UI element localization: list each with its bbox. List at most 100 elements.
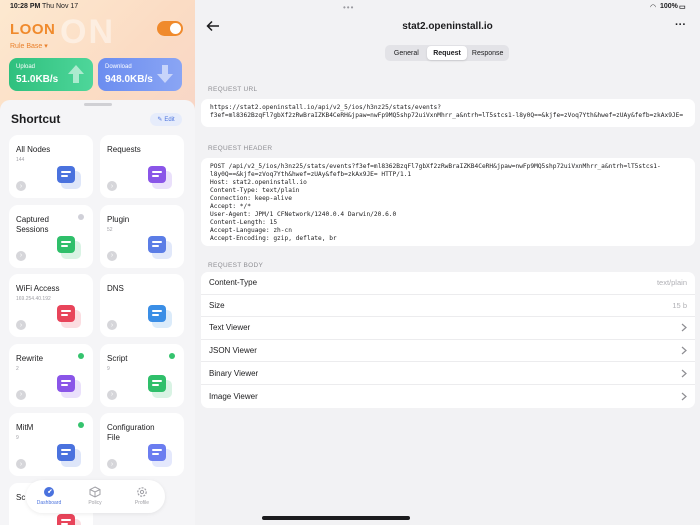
header-watermark: ON xyxy=(60,13,115,51)
vpn-toggle[interactable] xyxy=(157,21,183,36)
body-row[interactable]: Binary Viewer xyxy=(201,362,695,385)
body-row-value: text/plain xyxy=(656,278,687,288)
chevron-right-icon xyxy=(681,369,687,378)
status-date: Thu Nov 17 xyxy=(42,3,79,10)
chevron-right-icon[interactable]: › xyxy=(107,181,117,191)
tab-dashboard-label: Dashboard xyxy=(36,500,62,506)
chevron-right-icon[interactable]: › xyxy=(16,181,26,191)
body-row-label: Size xyxy=(209,300,225,310)
more-options-icon[interactable]: ··· xyxy=(675,19,689,33)
download-value: 948.0KB/s xyxy=(105,74,153,85)
body-row-label: Content-Type xyxy=(209,278,258,288)
chevron-right-icon[interactable]: › xyxy=(107,320,117,330)
upload-speed-card: Upload 51.0KB/s xyxy=(9,58,93,91)
shortcut-tile[interactable]: DNS › xyxy=(100,274,184,337)
speedometer-icon xyxy=(44,487,54,497)
server-toggle-icon xyxy=(57,166,81,189)
chevron-right-icon[interactable]: › xyxy=(107,250,117,261)
tile-title: MitM xyxy=(16,423,34,432)
edit-button[interactable]: ✎ Edit xyxy=(150,113,182,126)
shortcut-tile[interactable]: Plugin 52 › xyxy=(100,204,184,268)
tile-title: Requests xyxy=(107,145,141,154)
tile-subtitle: 2 xyxy=(16,365,19,372)
tile-title: Plugin xyxy=(107,214,130,224)
sidebar-panel: 10:28 PM Thu Nov 17 ON LOON Rule Base ▾ … xyxy=(0,0,195,525)
sheet-grabber[interactable] xyxy=(84,103,112,106)
code-window-icon xyxy=(148,374,172,398)
body-row[interactable]: Image Viewer xyxy=(201,385,695,408)
shortcut-tile[interactable]: Configuration File › xyxy=(100,413,184,476)
tile-subtitle: 52 xyxy=(107,226,113,233)
download-label: Download xyxy=(105,64,132,70)
body-row-label: Binary Viewer xyxy=(209,368,259,378)
app-title: LOON xyxy=(10,21,56,38)
tile-subtitle: 169.254.40.192 xyxy=(16,296,51,302)
tile-subtitle: 144 xyxy=(16,157,25,163)
edit-icon: ✎ xyxy=(157,117,163,123)
tab-profile[interactable]: Profile xyxy=(119,480,165,513)
tile-title: DNS xyxy=(107,284,124,293)
chevron-right-icon[interactable]: › xyxy=(107,459,117,469)
shortcut-sheet: Shortcut ✎ Edit All Nodes 144 › Requests › Ca… xyxy=(0,100,195,525)
body-row[interactable]: JSON Viewer xyxy=(201,340,695,363)
chevron-right-icon xyxy=(681,324,687,332)
capture-package-icon xyxy=(57,235,81,259)
status-dot xyxy=(78,213,84,220)
shortcut-title: Shortcut xyxy=(11,112,61,126)
body-row-label: JSON Viewer xyxy=(209,346,257,356)
segment-response[interactable]: Response xyxy=(467,46,508,60)
download-speed-card: Download 948.0KB/s xyxy=(98,58,182,91)
battery-icon: ▭ xyxy=(679,4,686,11)
page-title: stat2.openinstall.io xyxy=(402,21,493,32)
puzzle-icon xyxy=(148,235,172,259)
segment-request[interactable]: Request xyxy=(426,46,468,60)
tab-policy-label: Policy xyxy=(88,500,102,506)
config-file-icon xyxy=(148,444,172,467)
tile-subtitle: 9 xyxy=(16,435,19,441)
edit-label: Edit xyxy=(164,116,175,123)
shortcut-tile[interactable]: Requests › xyxy=(100,135,184,198)
request-header-box[interactable]: POST /api/v2_5/ios/h3nz25/stats/events?f… xyxy=(201,158,695,246)
chevron-right-icon[interactable]: › xyxy=(107,389,117,400)
multitasking-dots[interactable]: ••• xyxy=(343,3,354,12)
shortcut-tile[interactable]: All Nodes 144 › xyxy=(9,135,93,198)
shortcut-tile[interactable]: Script 9 › xyxy=(100,343,184,407)
body-row[interactable]: Text Viewer xyxy=(201,317,695,340)
document-list-icon xyxy=(148,166,172,189)
shortcut-tile[interactable]: Rewrite 2 › xyxy=(9,343,93,407)
chevron-right-icon[interactable]: › xyxy=(16,320,26,330)
shortcut-tile[interactable]: WiFi Access 169.254.40.192 › xyxy=(9,274,93,337)
gear-icon xyxy=(137,487,147,497)
home-indicator[interactable] xyxy=(262,516,410,520)
chevron-right-icon[interactable]: › xyxy=(16,459,26,469)
location-pin-icon xyxy=(148,305,172,328)
lock-icon xyxy=(57,444,81,467)
tab-dashboard[interactable]: Dashboard xyxy=(26,480,72,513)
rule-base-selector[interactable]: Rule Base ▾ xyxy=(10,42,48,50)
tile-title: WiFi Access xyxy=(16,284,60,293)
body-row-label: Image Viewer xyxy=(209,391,258,401)
segment-general[interactable]: General xyxy=(386,46,427,60)
tab-policy[interactable]: Policy xyxy=(72,480,118,513)
tab-bar: Dashboard Policy Profile xyxy=(26,480,165,513)
request-body-list: Content-Type text/plain Size 15 b Text Viewe… xyxy=(201,272,695,408)
status-time: 10:28 PM xyxy=(10,3,41,10)
body-row-value: 15 b xyxy=(672,300,687,310)
chevron-right-icon[interactable]: › xyxy=(16,250,26,261)
shortcut-tile[interactable]: MitM 9 › xyxy=(9,413,93,476)
status-dot xyxy=(169,352,175,359)
arrow-up-icon xyxy=(68,65,84,83)
chevron-right-icon[interactable]: › xyxy=(16,389,26,400)
tile-title: Script xyxy=(107,353,128,363)
tab-profile-label: Profile xyxy=(134,500,150,506)
segmented-control: General Request Response xyxy=(385,45,509,61)
body-row: Size 15 b xyxy=(201,295,695,318)
rule-base-label: Rule Base xyxy=(10,43,43,50)
body-row: Content-Type text/plain xyxy=(201,272,695,295)
body-row-label: Text Viewer xyxy=(209,323,251,333)
chevron-right-icon xyxy=(681,346,687,355)
request-url-box[interactable]: https://stat2.openinstall.io/api/v2_5/io… xyxy=(201,99,695,127)
shortcut-tile[interactable]: Captured Sessions › xyxy=(9,204,93,268)
status-dot xyxy=(78,352,84,359)
request-detail-panel: ••• ◠ 100% ▭ stat2.openinstall.io ··· Ge… xyxy=(195,0,700,525)
